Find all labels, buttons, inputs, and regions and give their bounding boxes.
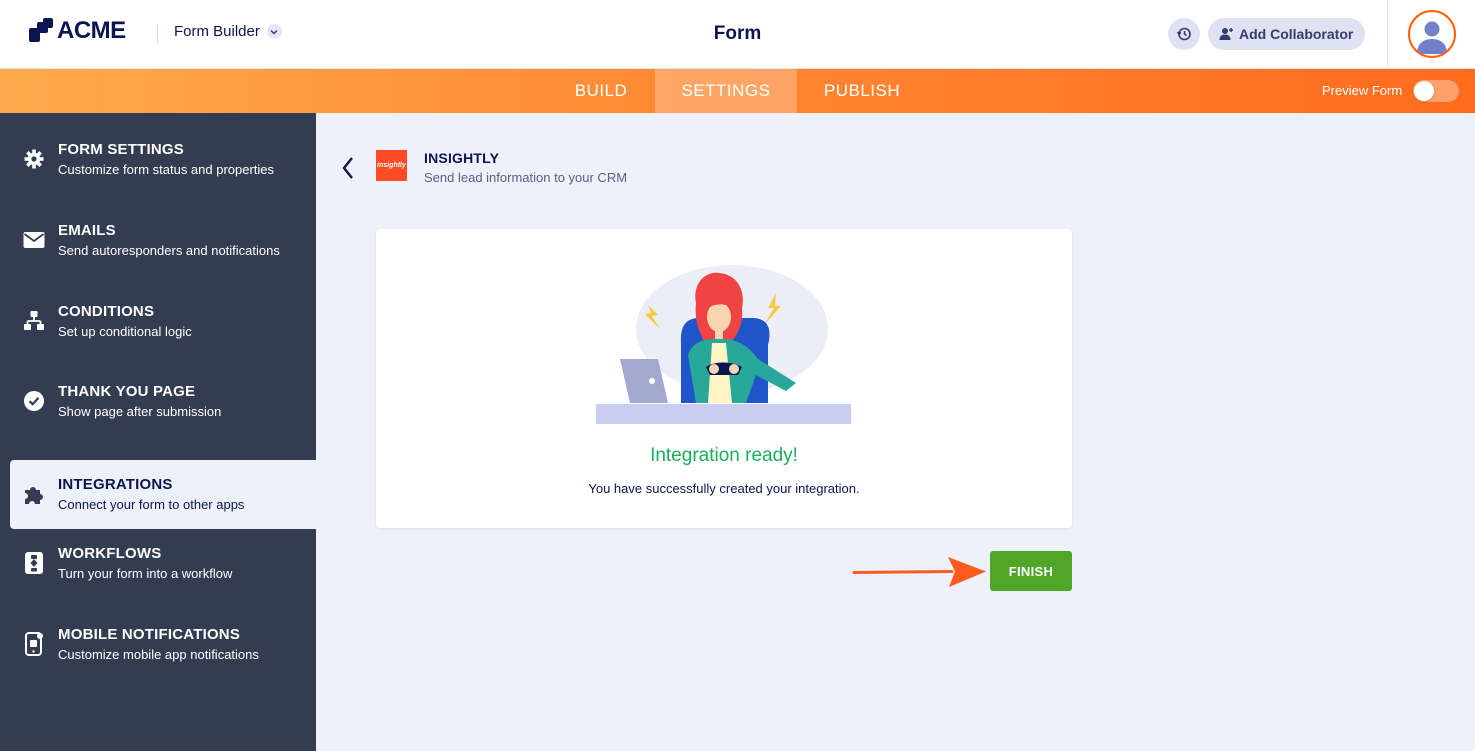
- history-button[interactable]: [1168, 18, 1200, 50]
- sidebar-item-subtitle: Show page after submission: [58, 404, 222, 419]
- top-header: ACME Form Builder Form Add Collaborator: [0, 0, 1475, 69]
- sidebar-item-title: MOBILE NOTIFICATIONS: [58, 626, 241, 643]
- arrow-pointer-icon: [852, 557, 986, 587]
- insightly-logo: insightly: [376, 150, 407, 181]
- sidebar-item-subtitle: Customize mobile app notifications: [58, 647, 259, 662]
- sidebar-item-conditions[interactable]: CONDITIONS Set up conditional logic: [0, 287, 316, 356]
- sidebar-item-subtitle: Send autoresponders and notifications: [58, 243, 280, 258]
- header-divider-right: [1387, 0, 1388, 69]
- sidebar-item-subtitle: Set up conditional logic: [58, 324, 192, 339]
- add-collaborator-button[interactable]: Add Collaborator: [1208, 18, 1366, 50]
- chevron-left-icon: [342, 157, 353, 179]
- sidebar-item-emails[interactable]: EMAILS Send autoresponders and notificat…: [0, 206, 316, 275]
- logo-mark-icon: [29, 18, 53, 44]
- user-avatar-icon: [1417, 21, 1447, 54]
- sidebar-item-subtitle: Customize form status and properties: [58, 162, 275, 177]
- sidebar-item-thank-you-page[interactable]: THANK YOU PAGE Show page after submissio…: [0, 367, 316, 436]
- insightly-logo-text: insightly: [377, 162, 406, 169]
- integration-ready-message: You have successfully created your integ…: [588, 481, 860, 496]
- preview-form-label: Preview Form: [1322, 83, 1403, 98]
- integration-ready-heading: Integration ready!: [650, 445, 798, 466]
- sidebar-item-form-settings[interactable]: FORM SETTINGS Customize form status and …: [0, 125, 316, 194]
- user-avatar[interactable]: [1408, 10, 1456, 58]
- puzzle-icon: [22, 482, 46, 506]
- sidebar-item-title: EMAILS: [58, 222, 116, 239]
- toggle-knob: [1414, 81, 1434, 101]
- sidebar-item-subtitle: Connect your form to other apps: [58, 497, 245, 512]
- header-divider: [157, 24, 158, 44]
- sidebar-item-title: INTEGRATIONS: [58, 476, 173, 493]
- history-icon: [1176, 27, 1191, 41]
- sidebar-item-mobile-notifications[interactable]: MOBILE NOTIFICATIONS Customize mobile ap…: [0, 610, 316, 679]
- chevron-down-icon: [266, 24, 282, 39]
- workflow-icon: [22, 551, 46, 575]
- integration-ready-card: Integration ready! You have successfully…: [376, 229, 1072, 528]
- builder-nav: BUILD SETTINGS PUBLISH Preview Form: [0, 69, 1475, 113]
- add-user-icon: [1219, 28, 1233, 40]
- tab-publish[interactable]: PUBLISH: [806, 69, 918, 113]
- back-button[interactable]: [338, 155, 358, 181]
- integration-ready-illustration: [596, 265, 851, 424]
- app-switcher-label: Form Builder: [174, 23, 260, 40]
- gear-icon: [22, 147, 46, 171]
- mobile-icon: [22, 632, 46, 656]
- app-switcher[interactable]: Form Builder: [174, 23, 282, 40]
- add-collaborator-label: Add Collaborator: [1239, 26, 1354, 42]
- sidebar-item-integrations[interactable]: INTEGRATIONS Connect your form to other …: [10, 460, 316, 529]
- tab-build[interactable]: BUILD: [555, 69, 647, 113]
- sidebar-item-workflows[interactable]: WORKFLOWS Turn your form into a workflow: [0, 529, 316, 598]
- sidebar-item-title: WORKFLOWS: [58, 545, 162, 562]
- integration-description: Send lead information to your CRM: [424, 170, 628, 185]
- sidebar-item-title: THANK YOU PAGE: [58, 383, 196, 400]
- preview-form-toggle[interactable]: [1413, 80, 1459, 102]
- settings-sidebar: FORM SETTINGS Customize form status and …: [0, 113, 316, 751]
- sidebar-item-title: FORM SETTINGS: [58, 141, 184, 158]
- brand-name: ACME: [57, 17, 126, 44]
- check-circle-icon: [22, 389, 46, 413]
- tab-settings[interactable]: SETTINGS: [655, 69, 797, 113]
- envelope-icon: [22, 228, 46, 252]
- sidebar-item-title: CONDITIONS: [58, 303, 155, 320]
- brand-logo[interactable]: ACME: [29, 17, 126, 45]
- sidebar-item-subtitle: Turn your form into a workflow: [58, 566, 233, 581]
- integration-title: INSIGHTLY: [424, 150, 500, 166]
- finish-button[interactable]: FINISH: [990, 551, 1072, 591]
- conditions-icon: [22, 309, 46, 333]
